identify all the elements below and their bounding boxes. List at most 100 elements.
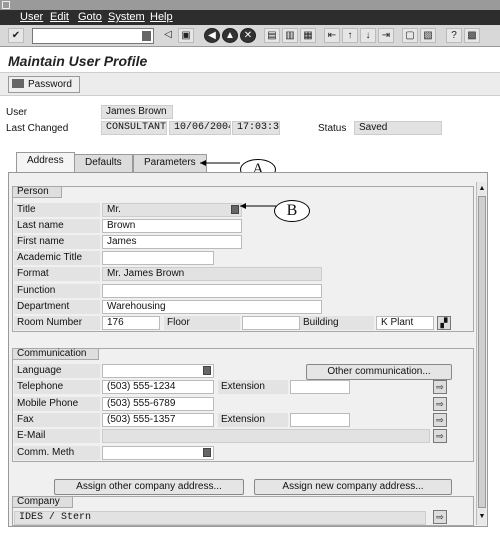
application-toolbar: Password <box>0 72 500 96</box>
enter-icon[interactable]: ✔ <box>8 28 24 43</box>
email-field[interactable] <box>102 429 430 443</box>
comm-method-label: Comm. Meth <box>14 446 100 460</box>
mobile-phone-field[interactable]: (503) 555-6789 <box>102 397 214 411</box>
last-changed-by: CONSULTANT <box>101 121 167 135</box>
menu-edit[interactable]: Edit <box>50 11 69 23</box>
telephone-more-arrow-icon[interactable]: ⇨ <box>433 380 447 394</box>
comm-method-field[interactable] <box>102 446 214 460</box>
company-field: IDES / Stern <box>14 511 426 525</box>
layout-menu-icon[interactable]: ▩ <box>464 28 480 43</box>
company-group-title: Company <box>12 496 73 508</box>
find-next-icon[interactable]: ▦ <box>300 28 316 43</box>
communication-group-title: Communication <box>12 348 100 360</box>
scrollbar-thumb[interactable] <box>478 196 486 508</box>
first-page-icon[interactable]: ⇤ <box>324 28 340 43</box>
mobile-more-arrow-icon[interactable]: ⇨ <box>433 397 447 411</box>
last-changed-time: 17:03:30 <box>232 121 280 135</box>
page-title: Maintain User Profile <box>8 53 148 69</box>
status-value: Saved <box>354 121 442 135</box>
language-field[interactable] <box>102 364 214 378</box>
first-name-field[interactable]: James <box>102 235 242 249</box>
back-icon[interactable]: ◀ <box>204 28 220 43</box>
last-name-label: Last name <box>14 219 100 233</box>
vertical-scrollbar[interactable]: ▲ ▼ <box>476 182 486 525</box>
fax-field[interactable]: (503) 555-1357 <box>102 413 214 427</box>
tab-address[interactable]: Address <box>16 152 75 172</box>
fax-extension-label: Extension <box>218 413 288 427</box>
department-label: Department <box>14 300 100 314</box>
tab-parameters[interactable]: Parameters <box>133 154 207 172</box>
find-icon[interactable]: ▥ <box>282 28 298 43</box>
shortcut-icon[interactable]: ▧ <box>420 28 436 43</box>
password-button-label: Password <box>28 79 72 90</box>
menu-goto[interactable]: Goto <box>78 11 102 23</box>
status-label: Status <box>318 123 347 134</box>
company-more-arrow-icon[interactable]: ⇨ <box>433 510 447 524</box>
menu-user[interactable]: User <box>20 11 43 23</box>
command-field[interactable] <box>32 28 154 44</box>
format-field: Mr. James Brown <box>102 267 322 281</box>
new-session-icon[interactable]: ▢ <box>402 28 418 43</box>
tab-defaults[interactable]: Defaults <box>74 154 133 172</box>
format-label: Format <box>14 267 100 281</box>
menu-help[interactable]: Help <box>150 11 173 23</box>
email-more-arrow-icon[interactable]: ⇨ <box>433 429 447 443</box>
password-icon <box>12 79 24 88</box>
room-number-label: Room Number <box>14 316 100 330</box>
assign-new-company-address-button[interactable]: Assign new company address... <box>254 479 452 495</box>
building-field[interactable]: K Plant <box>376 316 434 330</box>
scroll-up-icon[interactable]: ▲ <box>478 184 486 194</box>
callout-b: B <box>274 200 310 222</box>
floor-field[interactable] <box>242 316 300 330</box>
left-arrow-icon[interactable]: ◁ <box>160 28 176 43</box>
title-field[interactable]: Mr. <box>102 203 242 217</box>
telephone-extension-label: Extension <box>218 380 288 394</box>
assign-other-company-address-button[interactable]: Assign other company address... <box>54 479 244 495</box>
department-field[interactable]: Warehousing <box>102 300 322 314</box>
last-name-field[interactable]: Brown <box>102 219 242 233</box>
academic-title-label: Academic Title <box>14 251 100 265</box>
password-button[interactable]: Password <box>8 76 80 93</box>
first-name-label: First name <box>14 235 100 249</box>
print-icon[interactable]: ▤ <box>264 28 280 43</box>
last-page-icon[interactable]: ⇥ <box>378 28 394 43</box>
user-label: User <box>6 107 28 118</box>
language-dropdown-icon[interactable] <box>203 366 211 375</box>
help-icon[interactable]: ? <box>446 28 462 43</box>
telephone-extension-field[interactable] <box>290 380 350 394</box>
person-group-title: Person <box>12 186 62 198</box>
fax-extension-field[interactable] <box>290 413 350 427</box>
room-number-field[interactable]: 176 <box>102 316 160 330</box>
building-label: Building <box>300 316 374 330</box>
menu-system[interactable]: System <box>108 11 145 23</box>
scroll-down-icon[interactable]: ▼ <box>478 512 486 522</box>
other-communication-button[interactable]: Other communication... <box>306 364 452 380</box>
mobile-phone-label: Mobile Phone <box>14 397 100 411</box>
title-label: Title <box>14 203 100 217</box>
function-field[interactable] <box>102 284 322 298</box>
command-dropdown-icon[interactable] <box>142 31 151 41</box>
academic-title-field[interactable] <box>102 251 214 265</box>
email-label: E-Mail <box>14 429 100 443</box>
previous-page-icon[interactable]: ↑ <box>342 28 358 43</box>
function-label: Function <box>14 284 100 298</box>
building-address-icon[interactable]: ▞ <box>437 316 451 330</box>
user-value: James Brown <box>101 105 173 119</box>
language-label: Language <box>14 364 100 378</box>
last-changed-date: 10/06/2004 <box>169 121 231 135</box>
telephone-label: Telephone <box>14 380 100 394</box>
save-icon[interactable]: ▣ <box>178 28 194 43</box>
next-page-icon[interactable]: ↓ <box>360 28 376 43</box>
window-title-bar <box>0 0 500 10</box>
exit-icon[interactable]: ▲ <box>222 28 238 43</box>
menu-bar: User Edit Goto System Help <box>0 10 500 25</box>
cancel-icon[interactable]: ✕ <box>240 28 256 43</box>
last-changed-label: Last Changed <box>6 123 69 134</box>
fax-label: Fax <box>14 413 100 427</box>
telephone-field[interactable]: (503) 555-1234 <box>102 380 214 394</box>
floor-label: Floor <box>164 316 240 330</box>
title-dropdown-icon[interactable] <box>231 205 239 214</box>
standard-toolbar: ✔ ◁ ▣ ◀ ▲ ✕ ▤ ▥ ▦ ⇤ ↑ ↓ ⇥ ▢ ▧ ? ▩ <box>0 25 500 47</box>
fax-more-arrow-icon[interactable]: ⇨ <box>433 413 447 427</box>
comm-method-dropdown-icon[interactable] <box>203 448 211 457</box>
